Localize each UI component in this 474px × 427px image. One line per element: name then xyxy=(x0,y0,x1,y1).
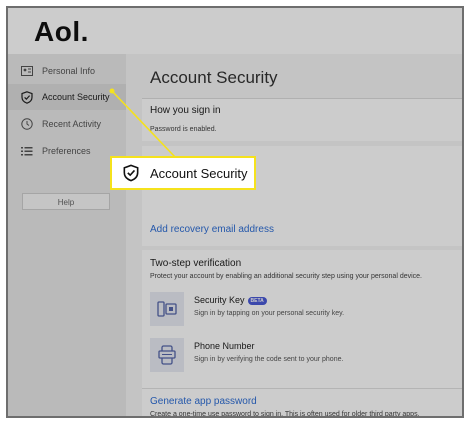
callout-pointer xyxy=(109,88,176,158)
shield-check-icon xyxy=(122,164,140,182)
highlight-callout: Account Security xyxy=(110,156,256,190)
callout-label: Account Security xyxy=(150,165,248,181)
